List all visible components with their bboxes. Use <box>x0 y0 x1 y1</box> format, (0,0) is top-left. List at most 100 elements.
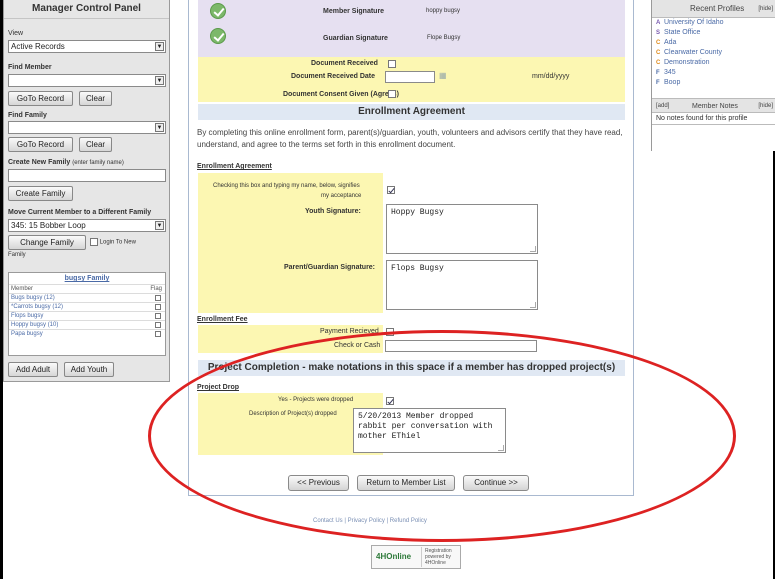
recent-profiles-header: Recent Profiles [hide] <box>652 0 775 18</box>
member-signature-value: hoppy bugsy <box>426 8 461 14</box>
guardian-signature-label: Guardian Signature <box>323 35 388 42</box>
annotation-circle <box>148 330 736 542</box>
flag-checkbox[interactable] <box>155 295 161 301</box>
recent-profile-item[interactable]: F Boop <box>652 78 775 88</box>
parent-signature-input[interactable]: Flops Bugsy <box>386 260 538 310</box>
table-row[interactable]: Hoppy bugsy (10) <box>9 320 165 329</box>
badge-text: Registration powered by 4HOnline <box>425 548 452 566</box>
move-family-select[interactable]: 345: 15 Bobber Loop ▼ <box>8 219 166 232</box>
table-row[interactable]: Bugs bugsy (12) <box>9 293 165 302</box>
chevron-down-icon: ▼ <box>155 76 164 85</box>
find-member-label: Find Member <box>8 64 52 71</box>
check-circle-icon <box>210 3 226 19</box>
chevron-down-icon: ▼ <box>155 123 164 132</box>
youth-signature-input[interactable]: Hoppy Bugsy <box>386 204 538 254</box>
recent-profile-item[interactable]: A University Of Idaho <box>652 18 775 28</box>
manager-control-panel: Manager Control Panel View Active Record… <box>3 0 170 382</box>
goto-record-family-button[interactable]: GoTo Record <box>8 137 73 152</box>
create-family-button[interactable]: Create Family <box>8 186 73 201</box>
flag-checkbox[interactable] <box>155 331 161 337</box>
right-panel: Recent Profiles [hide] A University Of Id… <box>651 0 775 151</box>
agreement-text: By completing this online enrollment for… <box>197 128 623 149</box>
calendar-icon[interactable]: ▦ <box>439 71 447 80</box>
recent-profile-item[interactable]: C Ada <box>652 38 775 48</box>
recent-profile-item[interactable]: F 345 <box>652 68 775 78</box>
clear-family-button[interactable]: Clear <box>79 137 112 152</box>
consent-checkbox[interactable] <box>388 90 396 98</box>
profile-name[interactable]: Boop <box>664 79 680 86</box>
profile-name[interactable]: Demonstration <box>664 59 710 66</box>
family-table-header: Member Flag <box>9 284 165 293</box>
add-youth-button[interactable]: Add Youth <box>64 362 114 377</box>
add-note-link[interactable]: [add] <box>656 99 669 114</box>
notes-empty-text: No notes found for this profile <box>652 113 775 125</box>
enrollment-agreement-header: Enrollment Agreement <box>198 104 625 120</box>
signature-panel: Member Signature hoppy bugsy Guardian Si… <box>198 0 625 57</box>
4honline-logo: 4HOnline <box>376 552 412 561</box>
create-family-label: Create New Family (enter family name) <box>8 159 124 166</box>
view-select[interactable]: Active Records ▼ <box>8 40 166 53</box>
member-signature-label: Member Signature <box>323 8 385 15</box>
profile-name[interactable]: 345 <box>664 69 676 76</box>
member-notes-title: Member Notes <box>692 103 738 110</box>
hide-link[interactable]: [hide] <box>758 0 773 18</box>
profile-name[interactable]: Clearwater County <box>664 49 722 56</box>
recent-profile-item[interactable]: S State Office <box>652 28 775 38</box>
powered-by-badge[interactable]: 4HOnline Registration powered by 4HOnline <box>371 545 461 569</box>
flag-checkbox[interactable] <box>155 322 161 328</box>
table-row[interactable]: Flops bugsy <box>9 311 165 320</box>
find-member-input[interactable]: ▼ <box>8 74 166 87</box>
profile-type-badge: S <box>656 30 661 36</box>
profile-name[interactable]: State Office <box>664 29 700 36</box>
profile-type-badge: F <box>656 80 660 86</box>
profile-type-badge: C <box>656 60 661 66</box>
document-received-checkbox[interactable] <box>388 60 396 68</box>
recent-profiles-list: A University Of Idaho S State Office C Ada C Cl… <box>652 18 775 88</box>
family-members-box: bugsy Family Member Flag Bugs bugsy (12) … <box>8 272 166 356</box>
family-title[interactable]: bugsy Family <box>9 273 165 284</box>
view-label: View <box>8 30 24 37</box>
consent-label: Document Consent Given (Agrees) <box>283 91 399 98</box>
clear-member-button[interactable]: Clear <box>79 91 112 106</box>
change-family-button[interactable]: Change Family <box>8 235 86 250</box>
profile-type-badge: A <box>656 20 661 26</box>
new-family-name-input[interactable] <box>8 169 166 182</box>
profile-type-badge: C <box>656 40 661 46</box>
table-row[interactable]: Papa bugsy <box>9 329 165 338</box>
guardian-signature-value: Flope Bugsy <box>427 35 461 41</box>
acceptance-text-1: Checking this box and typing my name, be… <box>213 183 360 189</box>
flag-checkbox[interactable] <box>155 313 161 319</box>
enrollment-fee-label: Enrollment Fee <box>197 316 248 323</box>
goto-record-member-button[interactable]: GoTo Record <box>8 91 73 106</box>
acceptance-checkbox[interactable] <box>387 186 395 194</box>
document-date-label: Document Received Date <box>291 73 376 80</box>
find-family-label: Find Family <box>8 112 47 119</box>
document-date-input[interactable] <box>385 71 435 83</box>
date-format-hint: mm/dd/yyyy <box>532 73 570 80</box>
recent-profile-item[interactable]: C Clearwater County <box>652 48 775 58</box>
profile-name[interactable]: Ada <box>664 39 676 46</box>
view-select-value: Active Records <box>11 42 65 51</box>
badge-divider <box>421 547 422 567</box>
check-circle-icon <box>210 28 226 44</box>
document-received-label: Document Received <box>311 60 378 67</box>
enrollment-agreement-label: Enrollment Agreement <box>197 163 272 170</box>
recent-profiles-title: Recent Profiles <box>690 4 745 13</box>
flag-checkbox[interactable] <box>155 304 161 310</box>
add-adult-button[interactable]: Add Adult <box>8 362 58 377</box>
chevron-down-icon: ▼ <box>155 221 164 230</box>
login-new-family[interactable]: Login To New <box>90 238 136 246</box>
move-member-label: Move Current Member to a Different Famil… <box>8 209 152 216</box>
member-notes-header: [add] Member Notes [hide] <box>652 98 775 113</box>
youth-signature-label: Youth Signature: <box>305 208 361 215</box>
recent-profile-item[interactable]: C Demonstration <box>652 58 775 68</box>
panel-title: Manager Control Panel <box>4 0 169 19</box>
login-new-family-checkbox[interactable] <box>90 238 98 246</box>
profile-type-badge: C <box>656 50 661 56</box>
hide-notes-link[interactable]: [hide] <box>758 99 773 114</box>
acceptance-text-2: my acceptance <box>321 193 362 199</box>
find-family-input[interactable]: ▼ <box>8 121 166 134</box>
parent-signature-label: Parent/Guardian Signature: <box>284 264 376 271</box>
table-row[interactable]: *Carrots bugsy (12) <box>9 302 165 311</box>
profile-name[interactable]: University Of Idaho <box>664 19 724 26</box>
